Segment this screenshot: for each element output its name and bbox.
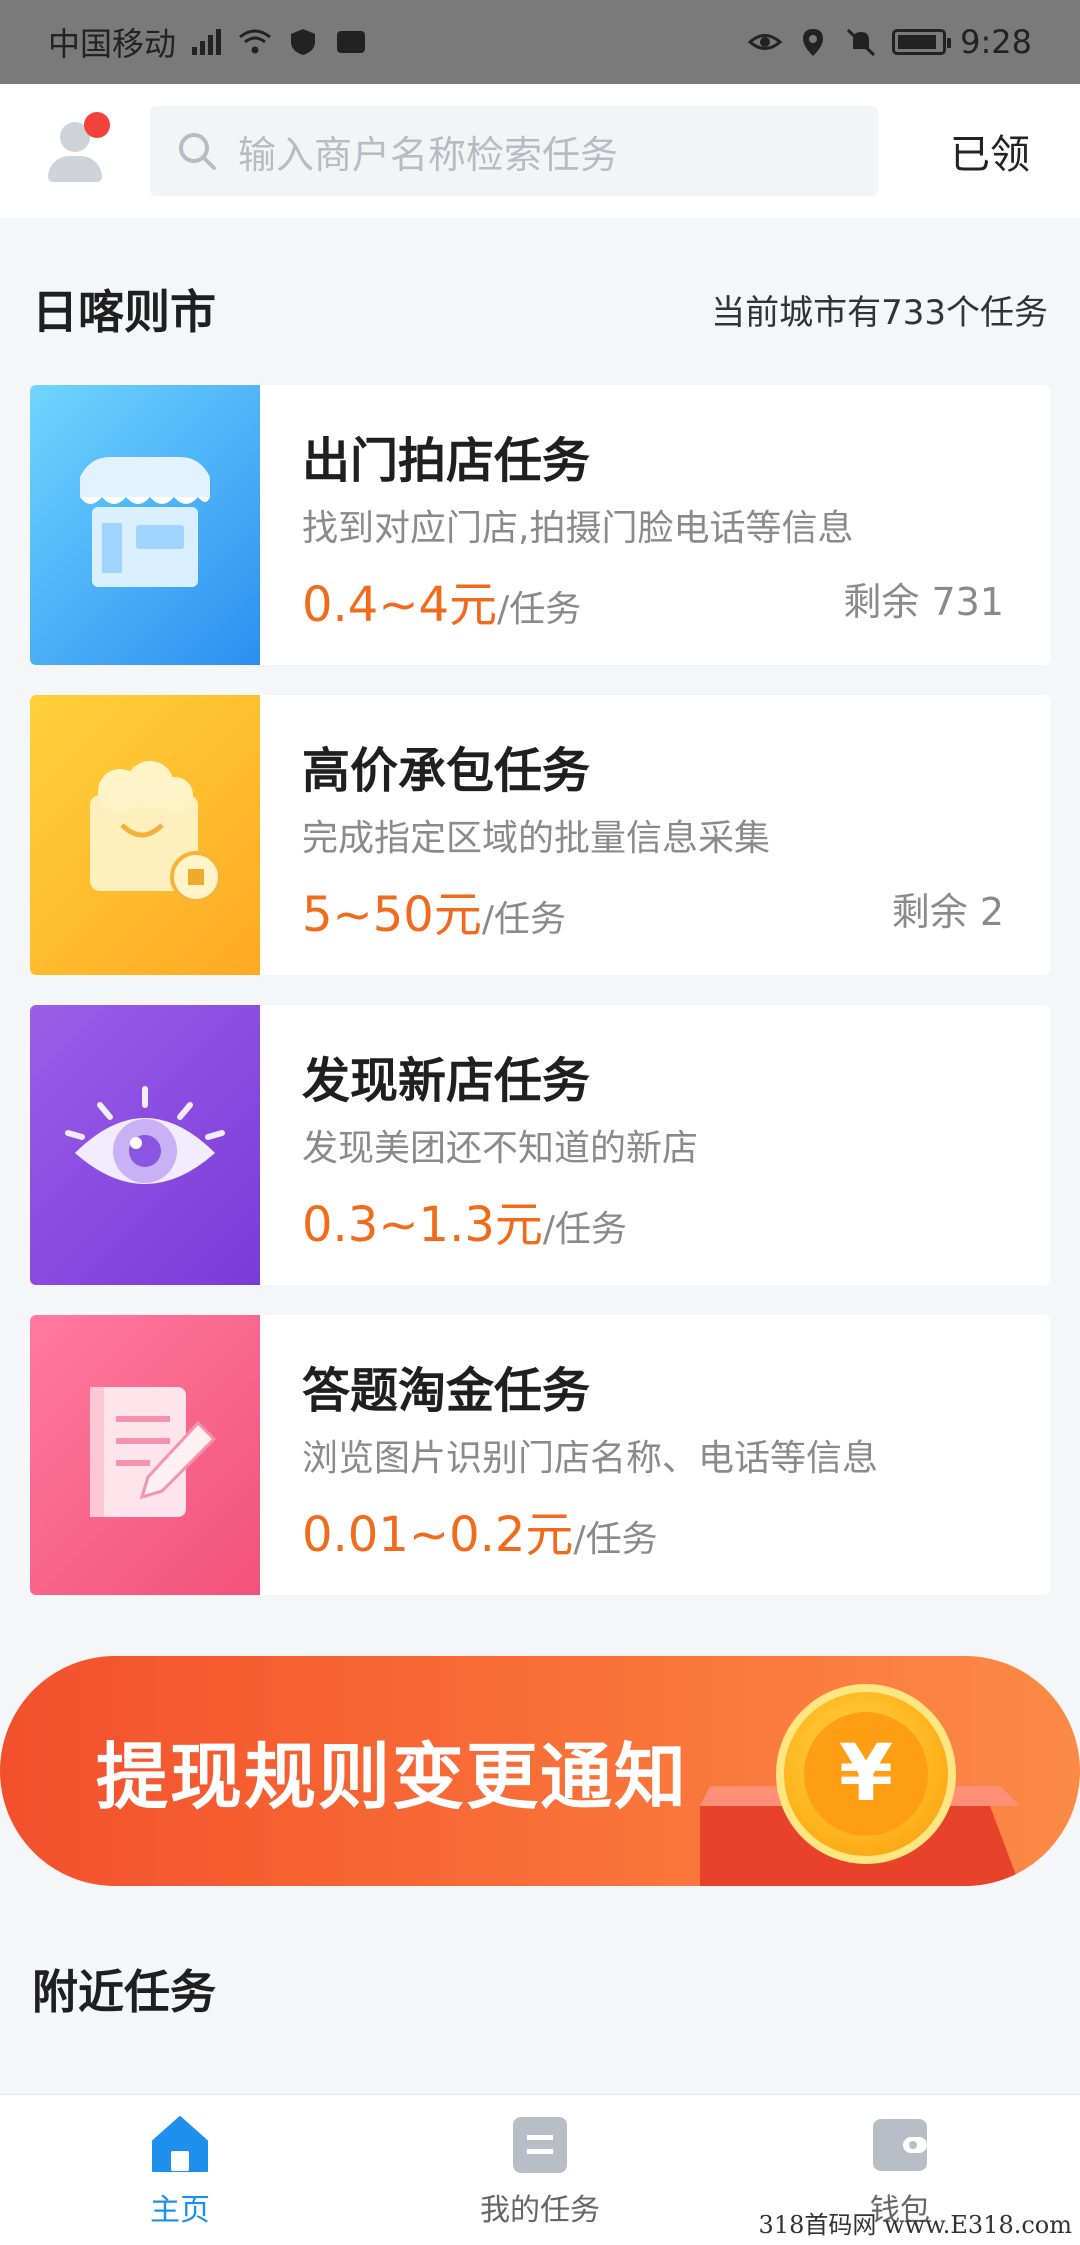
nav-home[interactable]: 主页	[0, 2095, 360, 2245]
yen-symbol: ¥	[838, 1729, 894, 1819]
wallet-icon	[873, 2119, 927, 2171]
task-count: 当前城市有733个任务	[711, 292, 1048, 333]
status-bar: 中国移动 9:28	[0, 0, 1080, 84]
mute-bell-icon	[847, 28, 876, 57]
task-list-icon	[513, 2117, 567, 2173]
task-thumb	[30, 1315, 260, 1595]
price-unit: /任务	[573, 1519, 658, 1560]
task-card-new-store[interactable]: 发现新店任务 发现美团还不知道的新店 0.3~1.3元 /任务	[30, 1005, 1050, 1285]
banner-text: 提现规则变更通知	[96, 1735, 689, 1819]
eye-icon	[65, 1086, 225, 1184]
task-title: 高价承包任务	[302, 743, 591, 799]
search-placeholder: 输入商户名称检索任务	[238, 132, 619, 177]
home-icon	[152, 2116, 208, 2172]
wifi-icon	[239, 29, 271, 54]
notification-dot	[84, 112, 110, 138]
task-card-quiz[interactable]: 答题淘金任务 浏览图片识别门店名称、电话等信息 0.01~0.2元 /任务	[30, 1315, 1050, 1595]
task-price: 5~50元 /任务	[302, 875, 566, 945]
price-range: 0.3~1.3元	[302, 1197, 543, 1253]
task-description: 浏览图片识别门店名称、电话等信息	[302, 1438, 879, 1479]
location-icon	[803, 29, 824, 56]
price-range: 5~50元	[302, 887, 482, 943]
shopping-bag-icon	[90, 761, 222, 903]
coin-icon: ¥	[776, 1684, 956, 1864]
task-thumb	[30, 1005, 260, 1285]
task-title: 出门拍店任务	[302, 433, 591, 489]
task-price: 0.01~0.2元 /任务	[302, 1495, 658, 1565]
task-description: 找到对应门店,拍摄门脸电话等信息	[302, 508, 854, 549]
hms-icon	[337, 31, 366, 53]
nav-my-tasks[interactable]: 我的任务	[360, 2095, 720, 2245]
battery-icon	[892, 29, 952, 55]
signal-icon	[192, 29, 222, 55]
nav-label: 主页	[150, 2193, 210, 2228]
avatar[interactable]	[44, 112, 114, 186]
withdrawal-notice-banner[interactable]: 提现规则变更通知 ¥	[0, 1656, 1080, 1886]
price-unit: /任务	[542, 1209, 628, 1250]
task-title: 发现新店任务	[302, 1053, 591, 1109]
remaining-count: 剩余 731	[843, 580, 1004, 624]
task-title: 答题淘金任务	[302, 1363, 591, 1419]
task-description: 完成指定区域的批量信息采集	[302, 818, 771, 859]
task-price: 0.4~4元 /任务	[302, 565, 581, 635]
claimed-button[interactable]: 已领	[950, 122, 1030, 180]
carrier-label: 中国移动	[48, 25, 177, 63]
task-card-photo-store[interactable]: 出门拍店任务 找到对应门店,拍摄门脸电话等信息 0.4~4元 /任务 剩余 73…	[30, 385, 1050, 665]
search-input[interactable]: 输入商户名称检索任务	[150, 106, 878, 196]
top-header: 输入商户名称检索任务 已领	[0, 84, 1080, 218]
storefront-icon	[80, 457, 210, 587]
clock: 9:28	[960, 23, 1032, 61]
task-description: 发现美团还不知道的新店	[302, 1128, 699, 1169]
watermark: 318首码网 www.E318.com	[758, 2211, 1072, 2239]
search-icon	[179, 133, 216, 170]
task-thumb	[30, 695, 260, 975]
nearby-tasks-title: 附近任务	[32, 1965, 216, 2019]
task-thumb	[30, 385, 260, 665]
nav-label: 我的任务	[480, 2193, 600, 2228]
price-unit: /任务	[497, 589, 582, 630]
city-section-header: 日喀则市 当前城市有733个任务	[32, 276, 1048, 342]
price-range: 0.4~4元	[302, 577, 498, 633]
task-card-contract[interactable]: 高价承包任务 完成指定区域的批量信息采集 5~50元 /任务 剩余 2	[30, 695, 1050, 975]
price-unit: /任务	[481, 899, 566, 940]
eye-comfort-icon	[748, 34, 783, 50]
task-price: 0.3~1.3元 /任务	[302, 1185, 627, 1255]
price-range: 0.01~0.2元	[302, 1507, 574, 1563]
remaining-count: 剩余 2	[891, 890, 1004, 934]
city-name[interactable]: 日喀则市	[32, 276, 216, 342]
shield-icon	[291, 29, 316, 55]
notepad-pencil-icon	[90, 1387, 217, 1517]
